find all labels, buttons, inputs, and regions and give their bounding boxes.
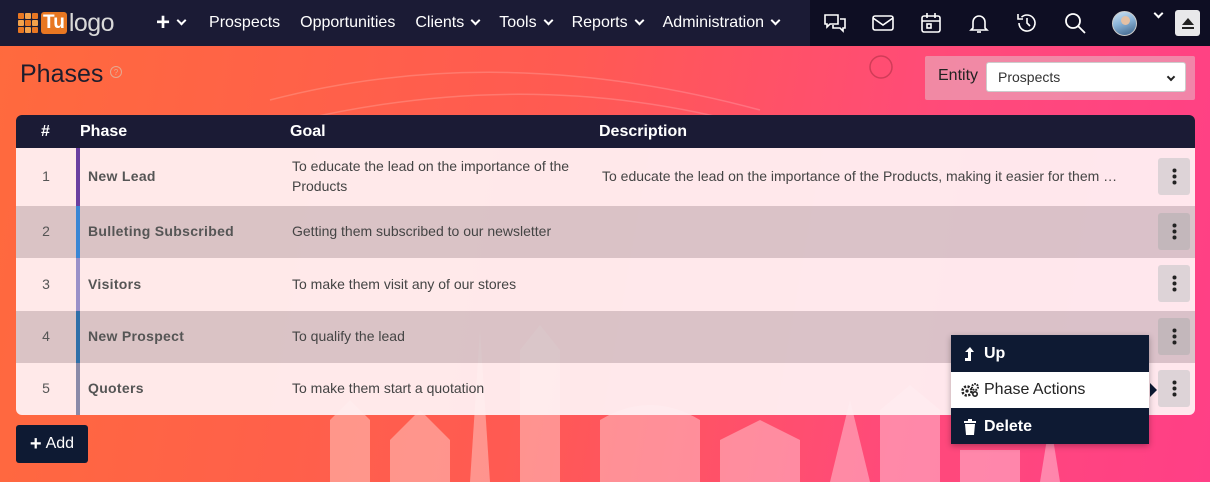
- kebab-icon: [1172, 275, 1176, 292]
- row-actions-button[interactable]: [1158, 370, 1190, 407]
- column-header-phase[interactable]: Phase: [80, 123, 127, 141]
- nav-item-label: Clients: [415, 14, 465, 31]
- row-number: 1: [42, 168, 50, 184]
- phase-goal: To educate the lead on the importance of…: [292, 158, 570, 194]
- kebab-icon: [1172, 223, 1176, 240]
- nav-item-label: Opportunities: [300, 14, 396, 31]
- menu-item-phase-actions[interactable]: Phase Actions: [951, 372, 1149, 408]
- phase-name: Quoters: [88, 380, 144, 396]
- row-number: 4: [42, 328, 50, 344]
- phase-color-bar: [76, 311, 80, 363]
- kebab-icon: [1172, 168, 1176, 185]
- row-number: 2: [42, 223, 50, 239]
- phase-goal: To qualify the lead: [292, 328, 405, 344]
- add-phase-button[interactable]: + Add: [16, 425, 88, 463]
- table-header: # Phase Goal Description: [16, 115, 1195, 148]
- chevron-down-icon: [1166, 72, 1176, 82]
- help-icon[interactable]: ?: [110, 66, 122, 78]
- chevron-down-icon: [770, 15, 781, 26]
- menu-pointer: [1150, 383, 1157, 397]
- chevron-down-icon[interactable]: [1153, 8, 1164, 19]
- column-header-goal[interactable]: Goal: [290, 123, 326, 141]
- nav-item-reports[interactable]: Reports: [571, 0, 645, 46]
- nav-item-label: Administration: [662, 14, 764, 31]
- mail-icon[interactable]: [871, 11, 895, 35]
- chevron-down-icon: [176, 15, 187, 26]
- add-button-label: Add: [45, 435, 75, 452]
- chat-icon[interactable]: [823, 11, 847, 35]
- plus-icon: +: [29, 433, 42, 455]
- top-navbar: Tu logo + Prospects Opportunities Client…: [0, 0, 1210, 46]
- column-header-number: #: [41, 123, 50, 140]
- nav-item-label: Prospects: [209, 14, 281, 31]
- table-row[interactable]: 3 Visitors To make them visit any of our…: [16, 258, 1195, 311]
- phase-color-bar: [76, 363, 80, 415]
- phase-goal: To make them start a quotation: [292, 380, 485, 396]
- phase-color-bar: [76, 148, 80, 206]
- avatar[interactable]: [1112, 11, 1137, 36]
- trash-icon: [960, 419, 980, 435]
- search-icon[interactable]: [1063, 11, 1087, 35]
- table-row[interactable]: 2 Bulleting Subscribed Getting them subs…: [16, 206, 1195, 258]
- phase-name: Visitors: [88, 276, 142, 292]
- arrow-up-icon: [960, 346, 980, 362]
- entity-select[interactable]: Prospects: [986, 62, 1186, 92]
- history-icon[interactable]: [1015, 11, 1039, 35]
- row-actions-button[interactable]: [1158, 265, 1190, 302]
- entity-filter: Entity Prospects: [925, 56, 1195, 100]
- menu-item-delete[interactable]: Delete: [951, 409, 1149, 445]
- calendar-icon[interactable]: [919, 11, 943, 35]
- kebab-icon: [1172, 328, 1176, 345]
- nav-item-clients[interactable]: Clients: [415, 0, 481, 46]
- phase-description: To educate the lead on the importance of…: [602, 168, 1118, 184]
- menu-item-label: Up: [984, 345, 1006, 362]
- logo-grid-icon: [18, 13, 38, 33]
- phase-color-bar: [76, 258, 80, 311]
- phase-name: New Prospect: [88, 328, 185, 344]
- nav-item-label: Tools: [499, 14, 537, 31]
- page-title: Phases: [20, 60, 104, 88]
- phase-name: New Lead: [88, 168, 156, 184]
- row-number: 3: [42, 276, 50, 292]
- gears-icon: [960, 382, 980, 398]
- row-actions-menu: Up Phase Actions Delete: [951, 335, 1149, 444]
- navbar-utilities: [810, 0, 1210, 46]
- chevron-down-icon: [470, 15, 481, 26]
- logo-text: logo: [68, 8, 115, 37]
- table-row[interactable]: 1 New Lead To educate the lead on the im…: [16, 148, 1195, 206]
- menu-item-label: Phase Actions: [984, 381, 1086, 398]
- phase-name: Bulleting Subscribed: [88, 223, 235, 239]
- chevron-down-icon: [543, 15, 554, 26]
- column-header-description[interactable]: Description: [599, 123, 687, 141]
- plus-icon: +: [156, 9, 171, 36]
- logo-mark: Tu: [41, 12, 67, 34]
- scroll-top-icon[interactable]: [1175, 10, 1200, 36]
- chevron-down-icon: [634, 15, 645, 26]
- phase-color-bar: [76, 206, 80, 258]
- nav-item-tools[interactable]: Tools: [499, 0, 554, 46]
- entity-selected-value: Prospects: [998, 69, 1061, 85]
- quick-add-menu[interactable]: +: [156, 9, 187, 36]
- nav-item-prospects[interactable]: Prospects: [209, 0, 280, 46]
- phase-goal: To make them visit any of our stores: [292, 276, 517, 292]
- row-number: 5: [42, 380, 50, 396]
- kebab-icon: [1172, 380, 1176, 397]
- entity-label: Entity: [938, 67, 979, 84]
- menu-item-up[interactable]: Up: [951, 336, 1149, 372]
- brand-logo[interactable]: Tu logo: [18, 0, 136, 46]
- nav-item-administration[interactable]: Administration: [662, 0, 781, 46]
- bell-icon[interactable]: [967, 11, 991, 35]
- row-actions-button[interactable]: [1158, 318, 1190, 355]
- menu-item-label: Delete: [984, 418, 1033, 435]
- row-actions-button[interactable]: [1158, 213, 1190, 250]
- row-actions-button[interactable]: [1158, 158, 1190, 195]
- nav-item-label: Reports: [571, 14, 628, 31]
- phase-goal: Getting them subscribed to our newslette…: [292, 223, 552, 239]
- nav-item-opportunities[interactable]: Opportunities: [300, 0, 395, 46]
